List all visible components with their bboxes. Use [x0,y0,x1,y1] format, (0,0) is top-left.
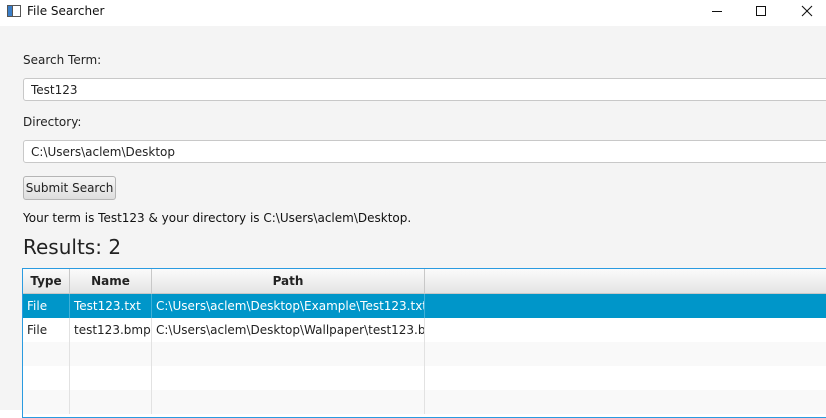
minimize-button[interactable] [694,0,740,22]
empty-table-row [23,390,826,414]
cell-empty [152,342,425,366]
title-bar: File Searcher [0,0,826,24]
results-table[interactable]: Type Name Path File Test123.txt C:\Users… [22,268,826,418]
table-row[interactable]: File Test123.txt C:\Users\aclem\Desktop\… [23,294,826,318]
results-title: Results: 2 [23,235,122,259]
cell-path: C:\Users\aclem\Desktop\Example\Test123.t… [152,294,425,318]
cell-empty [23,390,70,414]
search-term-label: Search Term: [23,53,102,67]
table-row[interactable]: File test123.bmp C:\Users\aclem\Desktop\… [23,318,826,342]
cell-filler [425,318,826,342]
submit-search-label: Submit Search [25,181,114,195]
app-window-icon [7,5,21,17]
empty-table-row [23,366,826,390]
close-button[interactable] [784,0,826,22]
cell-empty [23,342,70,366]
cell-type: File [23,318,70,342]
maximize-button[interactable] [738,0,784,22]
status-message: Your term is Test123 & your directory is… [23,211,412,225]
cell-name: Test123.txt [70,294,152,318]
directory-label: Directory: [23,115,82,129]
cell-type: File [23,294,70,318]
window-title: File Searcher [27,4,105,18]
cell-empty [70,390,152,414]
cell-path: C:\Users\aclem\Desktop\Wallpaper\test123… [152,318,425,342]
cell-name: test123.bmp [70,318,152,342]
column-header-path[interactable]: Path [152,269,425,293]
cell-empty [152,366,425,390]
submit-search-button[interactable]: Submit Search [23,176,116,200]
cell-empty [23,366,70,390]
directory-input[interactable] [23,140,826,163]
cell-filler [425,294,826,318]
cell-empty [70,342,152,366]
empty-table-row [23,342,826,366]
search-term-input[interactable] [23,78,826,101]
cell-empty [425,342,826,366]
cell-empty [70,366,152,390]
column-header-type[interactable]: Type [23,269,70,293]
minimize-icon [712,11,722,12]
cell-empty [425,390,826,414]
close-icon [801,5,813,17]
main-content: Search Term: Directory: Submit Search Yo… [0,26,826,418]
table-header: Type Name Path [23,269,826,294]
column-header-filler [425,269,826,293]
cell-empty [425,366,826,390]
cell-empty [152,390,425,414]
column-header-name[interactable]: Name [70,269,152,293]
maximize-icon [756,6,766,16]
